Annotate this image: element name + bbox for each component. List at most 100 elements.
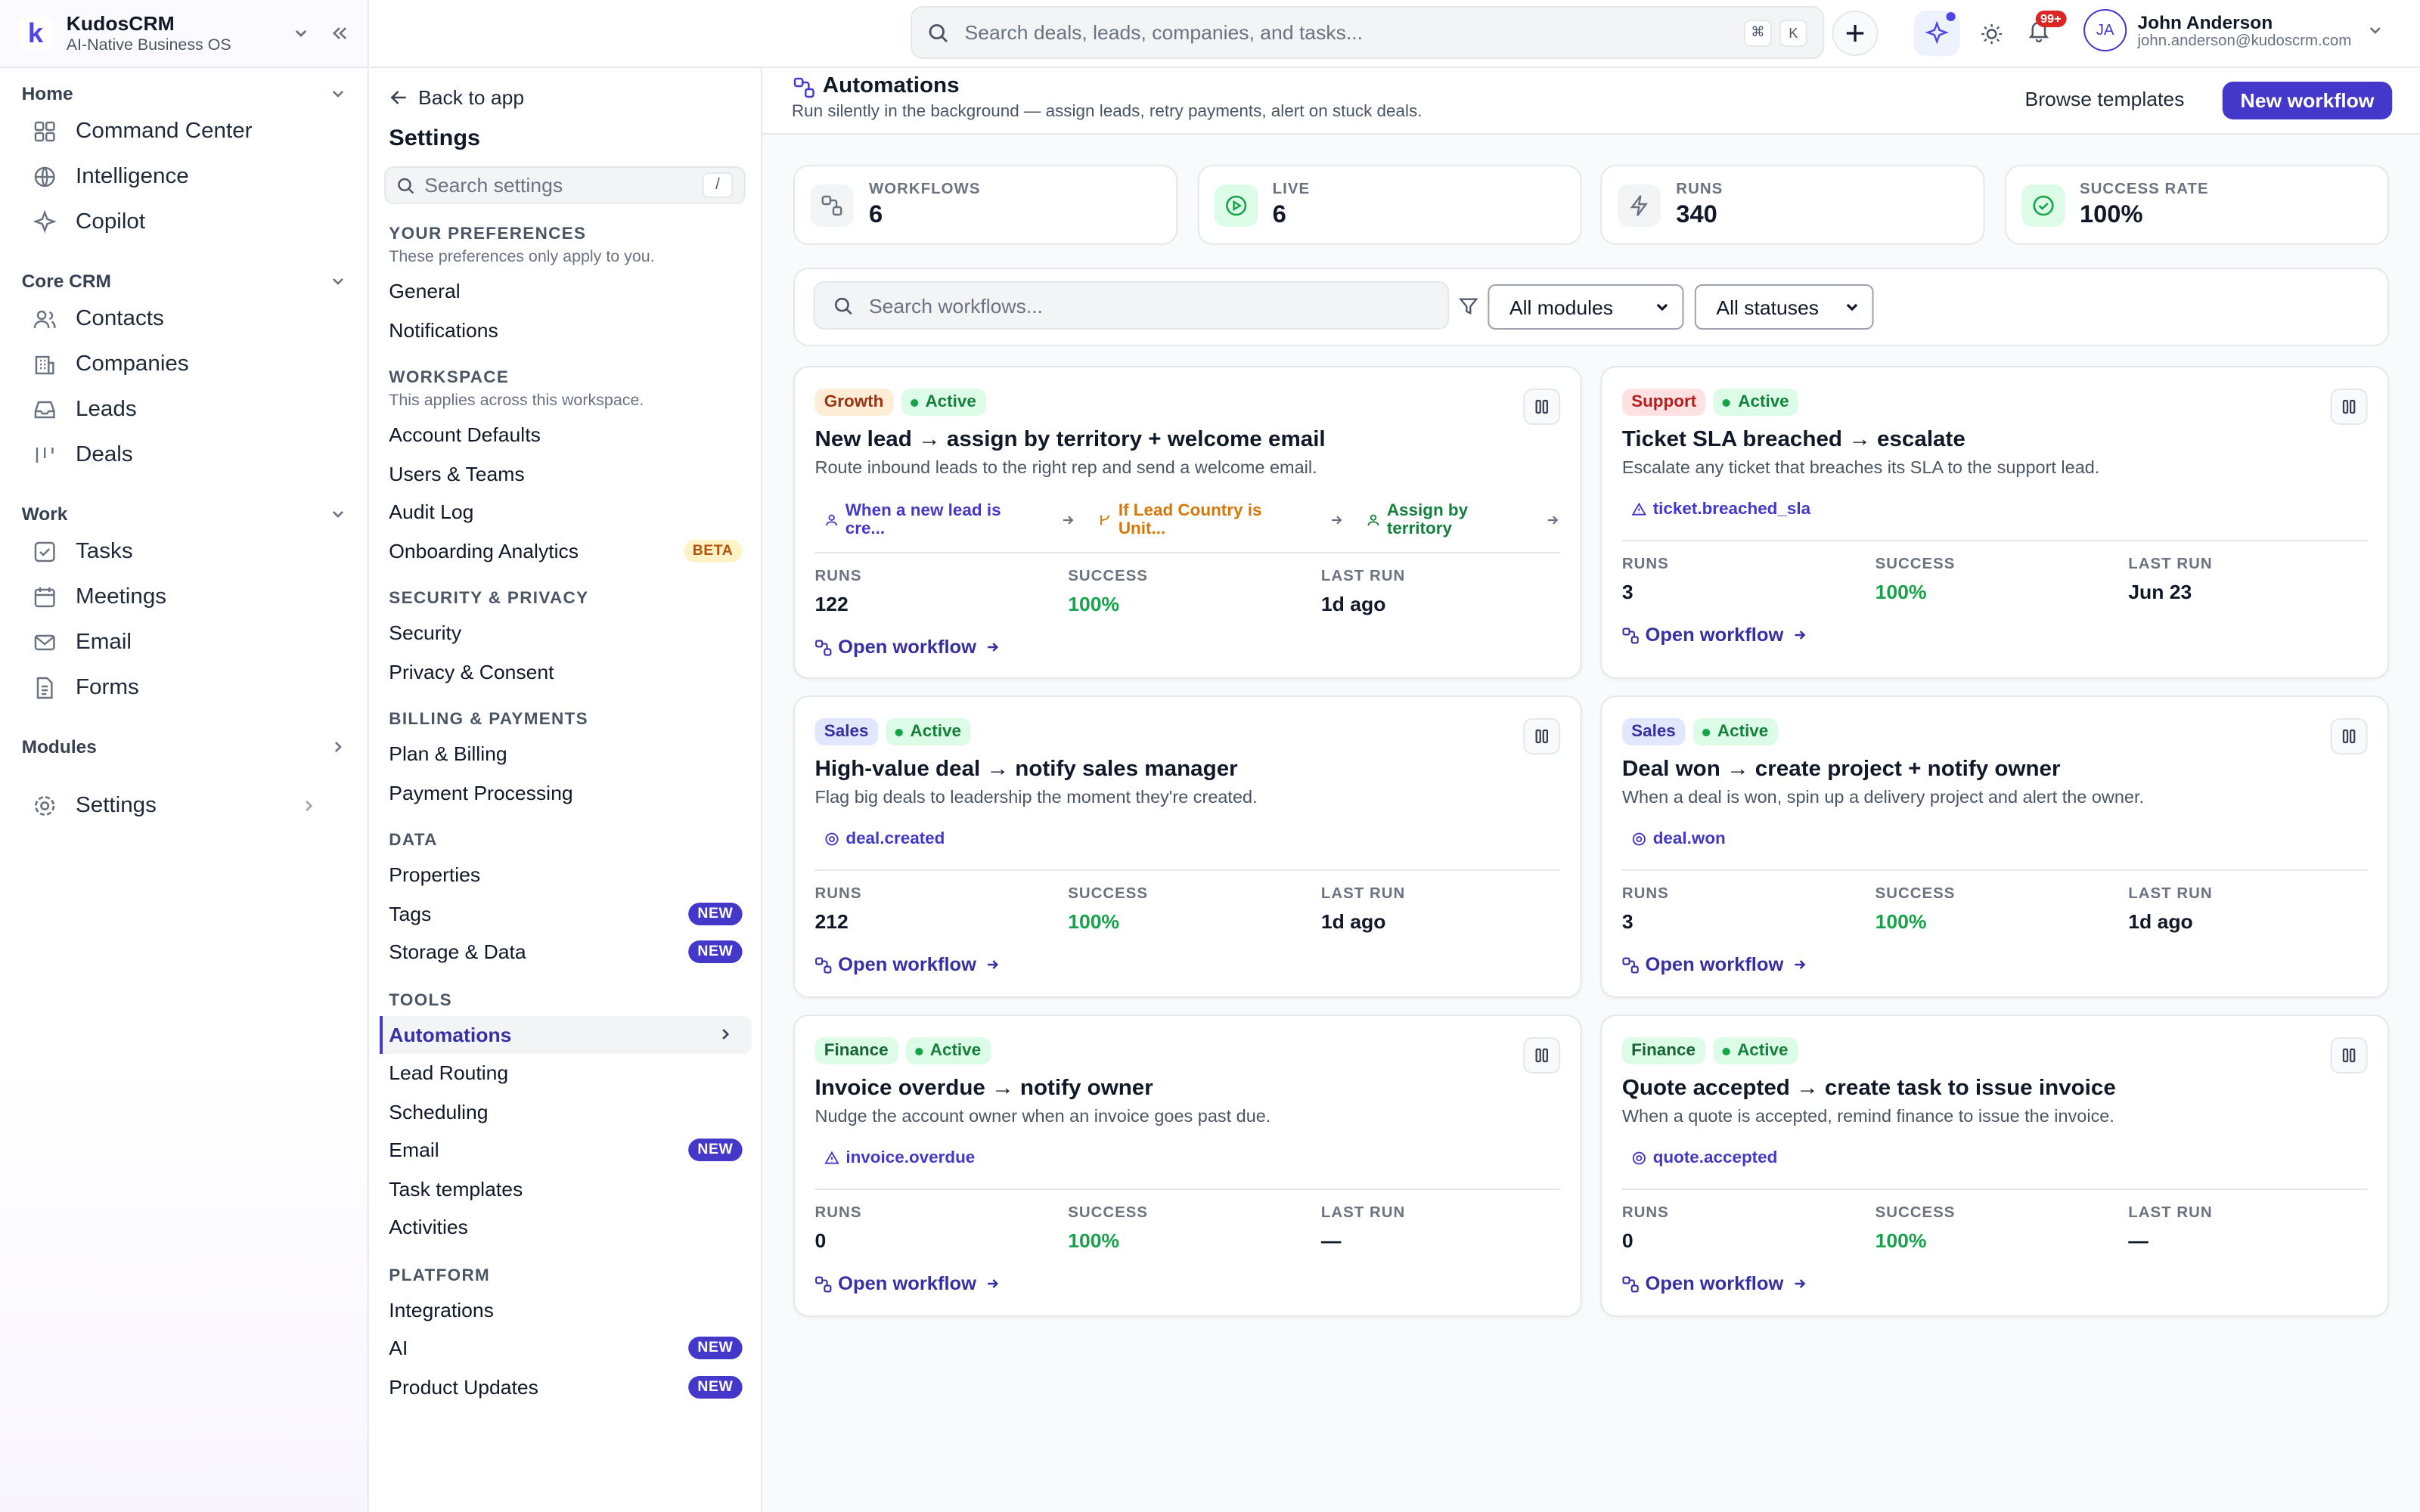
sidebar-item-forms[interactable]: Forms [0, 665, 368, 711]
settings-item-label: Activities [389, 1216, 468, 1239]
sidebar-item-intelligence[interactable]: Intelligence [0, 154, 368, 200]
settings-item-product-updates[interactable]: Product Updates NEW [371, 1368, 761, 1406]
add-button[interactable] [1832, 11, 1879, 56]
filter-icon[interactable] [1459, 296, 1479, 316]
calendar-icon [34, 587, 55, 608]
section-core-crm[interactable]: Core CRM [0, 266, 368, 296]
section-home[interactable]: Home [0, 79, 368, 109]
ai-assistant-button[interactable] [1913, 11, 1960, 56]
collapse-sidebar-icon[interactable] [330, 24, 349, 42]
settings-group-title: DATA [389, 832, 438, 850]
brand-header[interactable]: k KudosCRM AI-Native Business OS [0, 0, 368, 68]
workflow-card[interactable]: Sales Active High-value deal → notify sal… [793, 696, 1582, 998]
open-workflow-link[interactable]: Open workflow [815, 1273, 1000, 1294]
arrow-right-icon [987, 1279, 998, 1288]
section-modules[interactable]: Modules [0, 732, 368, 762]
workflow-card[interactable]: Finance Active Invoice overdue → notify o… [793, 1015, 1582, 1317]
trigger-event[interactable]: deal.won [1631, 830, 2367, 848]
open-workflow-link[interactable]: Open workflow [1622, 624, 1807, 646]
check-circle-icon [2021, 184, 2065, 226]
workflow-card[interactable]: Sales Active Deal won → create project + … [1600, 696, 2390, 998]
new-badge: NEW [688, 1139, 743, 1162]
settings-search-input[interactable]: Search settings / [384, 166, 746, 204]
settings-item-general[interactable]: General [371, 272, 761, 311]
user-menu[interactable]: JA John Anderson john.anderson@kudoscrm.c… [2083, 9, 2382, 51]
settings-item-automations[interactable]: Automations [380, 1015, 752, 1054]
pause-icon [1535, 1048, 1549, 1063]
settings-item-notifications[interactable]: Notifications [371, 311, 761, 349]
workflow-description: Flag big deals to leadership the moment … [814, 789, 1258, 807]
statuses-select[interactable]: All statuses [1694, 284, 1874, 330]
sidebar-item-companies[interactable]: Companies [0, 342, 368, 387]
settings-item-plan-billing[interactable]: Plan & Billing [371, 735, 761, 773]
pause-button[interactable] [2330, 718, 2368, 754]
settings-item-scheduling[interactable]: Scheduling [371, 1092, 761, 1131]
sidebar-item-deals[interactable]: Deals [0, 432, 368, 478]
status-dot [1721, 1047, 1730, 1055]
open-workflow-link[interactable]: Open workflow [1622, 954, 1807, 975]
trigger-event[interactable]: quote.accepted [1631, 1149, 2367, 1167]
pause-button[interactable] [2330, 389, 2368, 425]
trigger-event[interactable]: deal.created [824, 830, 1560, 848]
sidebar-item-tasks[interactable]: Tasks [0, 529, 368, 575]
global-search-input[interactable]: Search deals, leads, companies, and task… [911, 6, 1825, 59]
browse-templates-button[interactable]: Browse templates [2025, 88, 2185, 110]
sidebar-item-leads[interactable]: Leads [0, 387, 368, 432]
sidebar-item-contacts[interactable]: Contacts [0, 296, 368, 342]
settings-item-users-teams[interactable]: Users & Teams [371, 454, 761, 493]
success-metric: SUCCESS 100% [1875, 1205, 1956, 1252]
open-workflow-link[interactable]: Open workflow [815, 637, 1000, 658]
sidebar-item-email[interactable]: Email [0, 620, 368, 665]
sidebar-item-command-center[interactable]: Command Center [0, 109, 368, 154]
sidebar-item-settings[interactable]: Settings [0, 783, 368, 829]
settings-item-label: Properties [389, 863, 481, 887]
workflow-card[interactable]: Finance Active Quote accepted → create ta… [1600, 1015, 2390, 1317]
settings-item-onboarding-analytics[interactable]: Onboarding Analytics BETA [371, 531, 761, 570]
settings-item-audit-log[interactable]: Audit Log [371, 493, 761, 531]
settings-item-label: General [389, 280, 461, 303]
settings-item-privacy-consent[interactable]: Privacy & Consent [371, 652, 761, 691]
section-work[interactable]: Work [0, 499, 368, 529]
success-metric: SUCCESS 100% [1068, 886, 1149, 933]
sidebar-item-copilot[interactable]: Copilot [0, 200, 368, 245]
modules-select[interactable]: All modules [1488, 284, 1684, 330]
target-icon [1632, 832, 1646, 846]
workflow-card[interactable]: Growth Active New lead → assign by territ… [793, 366, 1582, 679]
settings-item-task-templates[interactable]: Task templates [371, 1170, 761, 1208]
settings-item-activities[interactable]: Activities [371, 1208, 761, 1247]
trigger-event[interactable]: ticket.breached_sla [1631, 500, 2367, 519]
target-icon [825, 832, 839, 846]
open-workflow-link[interactable]: Open workflow [1622, 1273, 1807, 1294]
trigger-event[interactable]: invoice.overdue [824, 1149, 1560, 1167]
theme-toggle-button[interactable] [1975, 18, 2006, 48]
back-to-app-link[interactable]: Back to app [389, 86, 524, 109]
action-step[interactable]: Assign by territory [1366, 502, 1533, 538]
workflow-search-input[interactable]: Search workflows... [813, 281, 1450, 330]
sidebar-item-meetings[interactable]: Meetings [0, 575, 368, 620]
settings-group-title: WORKSPACE [389, 369, 510, 387]
open-workflow-link[interactable]: Open workflow [815, 954, 1000, 975]
workflow-title: High-value deal → notify sales manager [814, 758, 1238, 782]
pause-button[interactable] [2330, 1037, 2368, 1074]
chevron-down-icon[interactable] [293, 26, 309, 41]
settings-item-properties[interactable]: Properties [371, 856, 761, 894]
pause-button[interactable] [1523, 389, 1561, 425]
pause-button[interactable] [1523, 1037, 1561, 1074]
settings-item-ai[interactable]: AI NEW [371, 1329, 761, 1368]
settings-item-tags[interactable]: Tags NEW [371, 894, 761, 933]
settings-item-email[interactable]: Email NEW [371, 1131, 761, 1170]
settings-item-storage-data[interactable]: Storage & Data NEW [371, 933, 761, 971]
trigger-step[interactable]: When a new lead is cre... [824, 502, 1039, 538]
new-workflow-button[interactable]: New workflow [2222, 82, 2393, 119]
pause-button[interactable] [1523, 718, 1561, 754]
settings-item-integrations[interactable]: Integrations [371, 1290, 761, 1329]
settings-item-security[interactable]: Security [371, 614, 761, 652]
condition-step[interactable]: If Lead Country is Unit... [1097, 502, 1308, 538]
notifications-button[interactable]: 99+ [2027, 11, 2066, 48]
settings-item-payment-processing[interactable]: Payment Processing [371, 773, 761, 812]
settings-item-lead-routing[interactable]: Lead Routing [371, 1054, 761, 1092]
status-dot [910, 398, 918, 406]
workflow-card[interactable]: Support Active Ticket SLA breached → esca… [1600, 366, 2390, 679]
workflow-title: Deal won → create project + notify owner [1621, 758, 2061, 782]
settings-item-account-defaults[interactable]: Account Defaults [371, 416, 761, 454]
